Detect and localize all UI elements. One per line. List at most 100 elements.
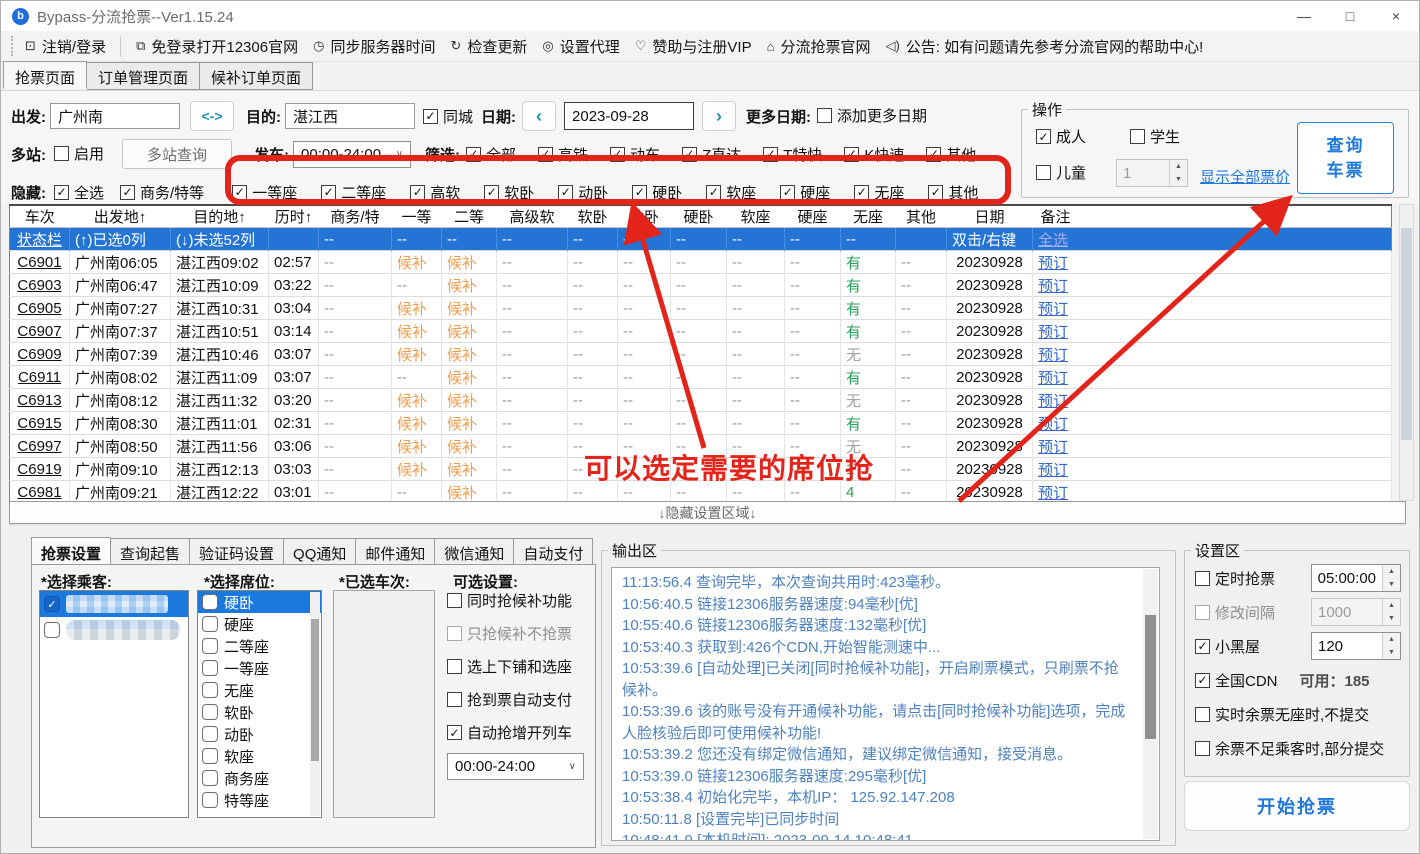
- seat-filter-checkbox[interactable]: ✓二等座: [321, 182, 386, 203]
- setting-checkbox[interactable]: ✓小黑屋: [1195, 636, 1260, 657]
- setting-stepper[interactable]: 1000▲▼: [1311, 598, 1401, 626]
- swap-stations-button[interactable]: <->: [190, 101, 234, 131]
- checkbox[interactable]: ✓: [120, 185, 135, 200]
- toolbar-drag-handle[interactable]: [11, 36, 16, 56]
- setting-checkbox[interactable]: 定时抢票: [1195, 568, 1275, 589]
- passenger-item[interactable]: ✓: [40, 591, 188, 617]
- toolbar-item[interactable]: ◷同步服务器时间: [313, 36, 435, 57]
- seat-filter-checkbox[interactable]: ✓其他: [928, 182, 978, 203]
- seat-item[interactable]: 硬座: [198, 613, 321, 635]
- toolbar-item[interactable]: ◁)公告: 如有问题请先参考分流官网的帮助中心!: [885, 36, 1203, 57]
- toolbar-item[interactable]: ⊡注销/登录: [25, 36, 121, 57]
- checkbox[interactable]: [447, 593, 462, 608]
- seat-item[interactable]: 商务座: [198, 767, 321, 789]
- log-scrollbar[interactable]: [1143, 569, 1158, 839]
- checkbox[interactable]: [54, 146, 69, 161]
- checkbox[interactable]: ✓: [780, 185, 795, 200]
- start-grab-button[interactable]: 开始抢票: [1184, 781, 1410, 831]
- setting-stepper[interactable]: 05:00:00▲▼: [1311, 564, 1401, 592]
- toolbar-item[interactable]: ↻检查更新: [450, 36, 527, 57]
- option-checkbox[interactable]: 抢到票自动支付: [447, 689, 572, 710]
- checkbox[interactable]: ✓: [926, 147, 941, 162]
- child-count-stepper[interactable]: 1 ▲▼: [1116, 159, 1188, 187]
- seat-item[interactable]: 特等座: [198, 789, 321, 811]
- seat-list-scrollbar-thumb[interactable]: [311, 619, 319, 761]
- setting-checkbox[interactable]: ✓全国CDN: [1195, 670, 1278, 691]
- checkbox[interactable]: ✓: [321, 185, 336, 200]
- grab-time-range-dropdown[interactable]: 00:00-24:00 ∨: [447, 753, 584, 780]
- seat-item[interactable]: 二等座: [198, 635, 321, 657]
- seat-filter-checkbox[interactable]: ✓硬卧: [632, 182, 682, 203]
- seat-checkbox[interactable]: [202, 748, 218, 764]
- checkbox[interactable]: ✓: [706, 185, 721, 200]
- checkbox[interactable]: ✓: [54, 185, 69, 200]
- column-header[interactable]: 软座: [727, 205, 785, 228]
- dest-input[interactable]: 湛江西: [285, 103, 415, 129]
- main-tab[interactable]: 候补订单页面: [200, 62, 313, 90]
- column-header[interactable]: 硬座: [785, 205, 841, 228]
- seat-item[interactable]: 软座: [198, 745, 321, 767]
- checkbox[interactable]: [447, 692, 462, 707]
- depart-input[interactable]: 广州南: [50, 103, 180, 129]
- main-tab[interactable]: 订单管理页面: [87, 62, 200, 90]
- table-row[interactable]: C6903广州南06:47湛江西10:0903:22----候补--------…: [10, 274, 1392, 297]
- column-header[interactable]: 其他: [896, 205, 947, 228]
- seat-filter-checkbox[interactable]: ✓高软: [410, 182, 460, 203]
- table-row[interactable]: C6905广州南07:27湛江西10:3103:04--候补候补--------…: [10, 297, 1392, 320]
- column-header[interactable]: 二等: [442, 205, 497, 228]
- checkbox[interactable]: ✓: [538, 147, 553, 162]
- checkbox[interactable]: ✓: [466, 147, 481, 162]
- train-type-filter-checkbox[interactable]: ✓K快速: [844, 144, 904, 165]
- book-link[interactable]: 预订: [1038, 301, 1068, 318]
- log-output[interactable]: 11:13:56.4 查询完毕，本次查询共用时:423毫秒。10:56:40.5…: [611, 567, 1160, 841]
- column-header[interactable]: 商务/特: [319, 205, 392, 228]
- book-link[interactable]: 预订: [1038, 255, 1068, 272]
- option-checkbox[interactable]: 同时抢候补功能: [447, 590, 572, 611]
- column-header[interactable]: 高级软: [497, 205, 568, 228]
- book-link[interactable]: 预订: [1038, 439, 1068, 456]
- checkbox[interactable]: [1195, 741, 1210, 756]
- show-all-price-link[interactable]: 显示全部票价: [1200, 166, 1290, 187]
- book-link[interactable]: 预订: [1038, 347, 1068, 364]
- book-link[interactable]: 预订: [1038, 324, 1068, 341]
- column-header[interactable]: 硬卧: [671, 205, 727, 228]
- passenger-item[interactable]: [40, 617, 188, 643]
- stepper-up-icon[interactable]: ▲: [1170, 160, 1187, 173]
- train-link[interactable]: C6997: [10, 435, 70, 458]
- multi-station-enable-checkbox[interactable]: 启用: [54, 143, 104, 164]
- train-link[interactable]: C6911: [10, 366, 70, 389]
- train-link[interactable]: C6907: [10, 320, 70, 343]
- book-link[interactable]: 预订: [1038, 393, 1068, 410]
- passenger-checkbox[interactable]: ✓: [44, 596, 60, 612]
- train-link[interactable]: C6919: [10, 458, 70, 481]
- seat-list[interactable]: 硬卧硬座二等座一等座无座软卧动卧软座商务座特等座: [197, 590, 322, 818]
- train-link[interactable]: C6903: [10, 274, 70, 297]
- checkbox[interactable]: [1130, 129, 1145, 144]
- toolbar-item[interactable]: ◎设置代理: [542, 36, 619, 57]
- checkbox[interactable]: ✓: [632, 185, 647, 200]
- book-link[interactable]: 预订: [1038, 485, 1068, 502]
- column-header[interactable]: 备注: [1033, 205, 1392, 228]
- train-type-filter-checkbox[interactable]: ✓T特快: [763, 144, 822, 165]
- checkbox[interactable]: ✓: [844, 147, 859, 162]
- train-type-filter-checkbox[interactable]: ✓全部: [466, 144, 516, 165]
- checkbox[interactable]: ✓: [447, 725, 462, 740]
- checkbox[interactable]: [817, 108, 832, 123]
- date-next-button[interactable]: ›: [702, 101, 736, 131]
- student-checkbox[interactable]: 学生: [1130, 126, 1180, 147]
- depart-time-dropdown[interactable]: 00:00-24:00 ∨: [293, 141, 411, 168]
- column-header[interactable]: 车次: [10, 205, 70, 228]
- seat-list-scrollbar[interactable]: [310, 592, 320, 816]
- status-row[interactable]: 状态栏(↑)已选0列(↓)未选52列--------------------双击…: [10, 228, 1392, 251]
- table-row[interactable]: C6997广州南08:50湛江西11:5603:06--候补候补--------…: [10, 435, 1392, 458]
- log-scrollbar-thumb[interactable]: [1145, 615, 1156, 739]
- table-row[interactable]: C6901广州南06:05湛江西09:0202:57--候补候补--------…: [10, 251, 1392, 274]
- seat-checkbox[interactable]: [202, 792, 218, 808]
- column-header[interactable]: 历时↑: [269, 205, 319, 228]
- seat-checkbox[interactable]: [202, 594, 218, 610]
- seat-checkbox[interactable]: [202, 616, 218, 632]
- checkbox[interactable]: [447, 626, 462, 641]
- multi-station-query-button[interactable]: 多站查询: [122, 139, 232, 169]
- checkbox[interactable]: ✓: [1195, 639, 1210, 654]
- stepper-up-icon[interactable]: ▲: [1383, 633, 1400, 646]
